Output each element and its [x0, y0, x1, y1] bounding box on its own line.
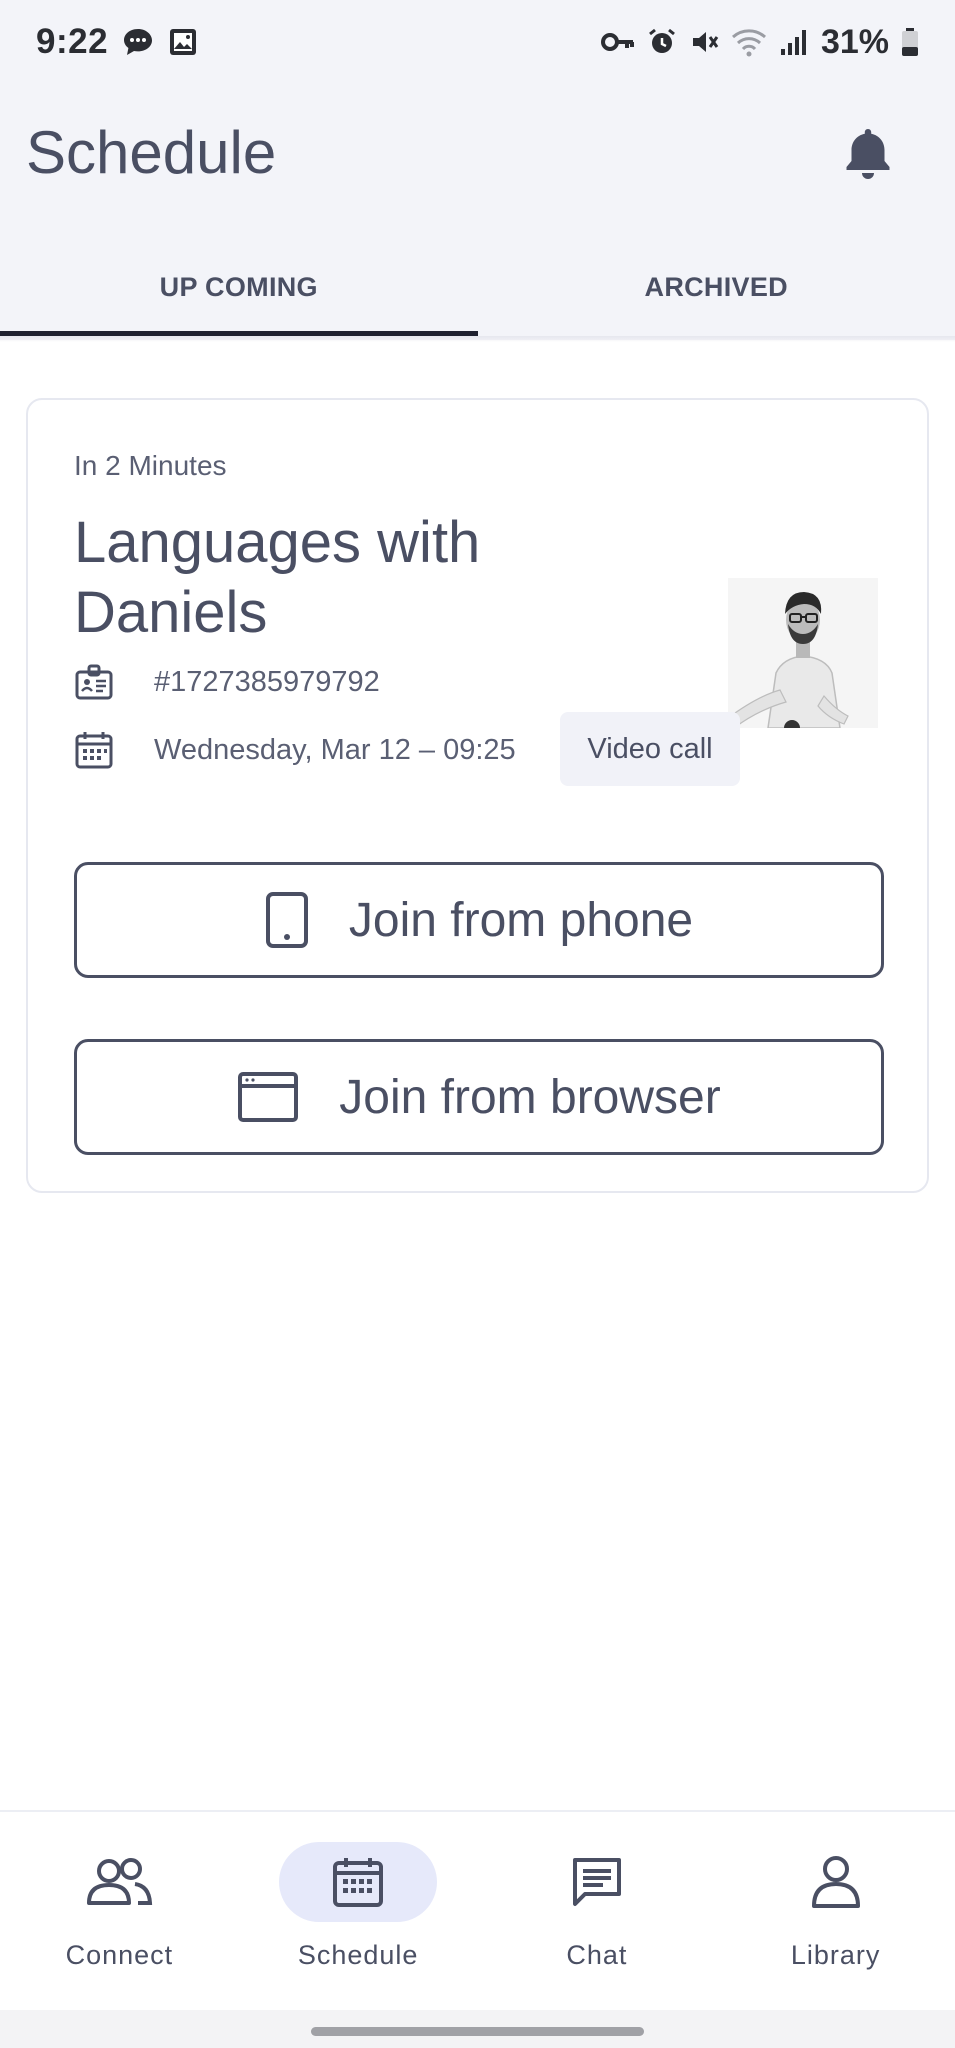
nav-item-connect[interactable]: Connect	[0, 1812, 239, 2010]
nav-label-library: Library	[790, 1940, 881, 1970]
phone-icon	[265, 891, 309, 949]
battery-icon	[901, 27, 919, 57]
nav-item-chat[interactable]: Chat	[478, 1812, 717, 2010]
tab-archived[interactable]: ARCHIVED	[478, 238, 955, 336]
bottom-nav: Connect Schedule Chat Library	[0, 1810, 955, 2010]
nav-item-schedule[interactable]: Schedule	[239, 1812, 478, 2010]
status-bar: 9:22 31%	[0, 0, 955, 84]
session-card: In 2 Minutes Languages with Daniels #172…	[26, 398, 929, 1193]
call-type-badge: Video call	[560, 712, 740, 786]
nav-label-chat: Chat	[566, 1940, 628, 1970]
person-icon	[757, 1842, 915, 1922]
page-title: Schedule	[26, 119, 277, 186]
browser-icon	[237, 1071, 299, 1123]
tab-divider	[0, 336, 955, 342]
chat-icon	[518, 1842, 676, 1922]
nav-label-connect: Connect	[65, 1940, 174, 1970]
session-id: #1727385979792	[154, 665, 380, 698]
join-from-browser-button[interactable]: Join from browser	[74, 1039, 884, 1155]
tab-upcoming[interactable]: UP COMING	[0, 238, 478, 336]
calendar-icon	[74, 730, 114, 770]
battery-percent: 31%	[820, 22, 889, 61]
join-from-phone-button[interactable]: Join from phone	[74, 862, 884, 978]
image-icon	[168, 27, 198, 57]
session-id-row: #1727385979792	[74, 662, 380, 702]
tab-bar: UP COMING ARCHIVED	[0, 238, 955, 336]
key-icon	[600, 31, 635, 53]
alarm-icon	[647, 27, 677, 57]
status-time: 9:22	[36, 22, 109, 61]
session-title: Languages with Daniels	[74, 510, 481, 645]
session-eta: In 2 Minutes	[74, 450, 227, 481]
wifi-icon	[731, 27, 767, 57]
join-from-phone-label: Join from phone	[348, 893, 694, 947]
id-card-icon	[74, 662, 114, 702]
avatar	[728, 578, 878, 728]
chat-bubble-icon	[122, 27, 154, 57]
bell-icon[interactable]	[842, 125, 894, 181]
session-datetime-row: Wednesday, Mar 12 – 09:25	[74, 730, 516, 770]
mute-icon	[689, 27, 719, 57]
signal-icon	[779, 27, 809, 57]
session-datetime: Wednesday, Mar 12 – 09:25	[154, 733, 516, 766]
nav-item-library[interactable]: Library	[716, 1812, 955, 2010]
calendar-icon	[279, 1842, 438, 1922]
nav-label-schedule: Schedule	[297, 1940, 419, 1970]
join-from-browser-label: Join from browser	[339, 1070, 721, 1124]
home-indicator[interactable]	[311, 2027, 644, 2036]
people-icon	[40, 1842, 198, 1922]
